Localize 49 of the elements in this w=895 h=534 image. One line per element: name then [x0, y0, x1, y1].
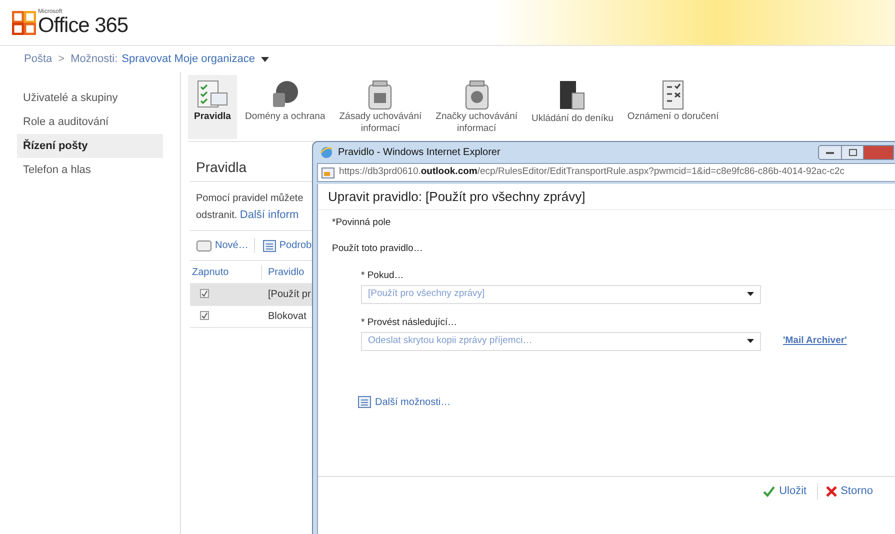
maximize-button[interactable]	[842, 145, 864, 160]
more-info-link[interactable]: Další inform	[240, 209, 299, 221]
required-note: *Povinná pole	[331, 216, 392, 230]
more-options-link[interactable]: Další možnosti…	[358, 394, 451, 410]
checkbox[interactable]	[200, 289, 209, 298]
list-icon	[358, 396, 371, 408]
dropdown[interactable]: [Použít pro všechny zprávy]	[361, 284, 761, 304]
caret-icon	[747, 292, 754, 296]
toolbar-button[interactable]: Domény a ochrana	[238, 75, 332, 139]
dialog-button[interactable]: Storno	[816, 483, 877, 500]
list-icon	[263, 240, 276, 252]
logo-text: Office 365	[38, 15, 128, 36]
section-label: Použít toto pravidlo…	[331, 242, 424, 256]
breadcrumb-current[interactable]: Spravovat Moje organizace	[122, 50, 255, 68]
check-icon	[763, 486, 776, 497]
caret-icon	[747, 339, 754, 343]
column-header[interactable]: Pravidlo	[262, 264, 304, 280]
field-label: * Provést následující…	[361, 316, 458, 330]
sidebar-item[interactable]: Řízení pošty	[17, 134, 163, 158]
table-cell-text: Blokovat	[267, 310, 306, 324]
page-icon	[321, 166, 335, 178]
toolbar-button[interactable]: Ukládání do deníku	[526, 75, 620, 139]
dialog-button[interactable]: Uložit	[759, 483, 811, 500]
close-icon	[826, 486, 837, 497]
dropdown[interactable]: Odeslat skrytou kopii zprávy příjemci…	[361, 332, 761, 350]
toolbar-action-button[interactable]: Nové…	[196, 238, 256, 253]
sidebar-item[interactable]: Telefon a hlas	[17, 158, 163, 182]
breadcrumb-separator: >	[58, 52, 65, 67]
minimize-button[interactable]	[818, 145, 842, 160]
breadcrumb-link[interactable]: Možnosti:	[70, 50, 118, 68]
sidebar-item[interactable]: Uživatelé a skupiny	[17, 86, 163, 110]
caret-icon[interactable]	[260, 56, 269, 62]
recipient-link[interactable]: 'Mail Archiver'	[783, 334, 847, 348]
column-header[interactable]: Zapnuto	[190, 264, 262, 280]
toolbar-button[interactable]: Zásady uchovávání informací	[333, 75, 428, 139]
toolbar-button[interactable]: Značky uchovávání informací	[430, 75, 524, 139]
logo-icon	[12, 10, 36, 34]
sidebar-item[interactable]: Role a auditování	[17, 110, 163, 134]
dialog-heading: Upravit pravidlo: [Použít pro všechny zprávy]	[318, 184, 895, 210]
toolbar-button[interactable]: Oznámení o doručení	[621, 75, 725, 139]
minimize-icon	[826, 151, 834, 154]
browser-icon	[320, 146, 333, 159]
toolbar-button[interactable]: Pravidla	[188, 75, 237, 139]
maximize-icon	[848, 149, 856, 156]
checkbox[interactable]	[200, 311, 209, 320]
table-cell-text: [Použít pr	[267, 288, 311, 302]
field-label: * Pokud…	[361, 268, 405, 282]
breadcrumb-link[interactable]: Pošta	[24, 50, 52, 68]
checklist-icon	[661, 79, 686, 111]
